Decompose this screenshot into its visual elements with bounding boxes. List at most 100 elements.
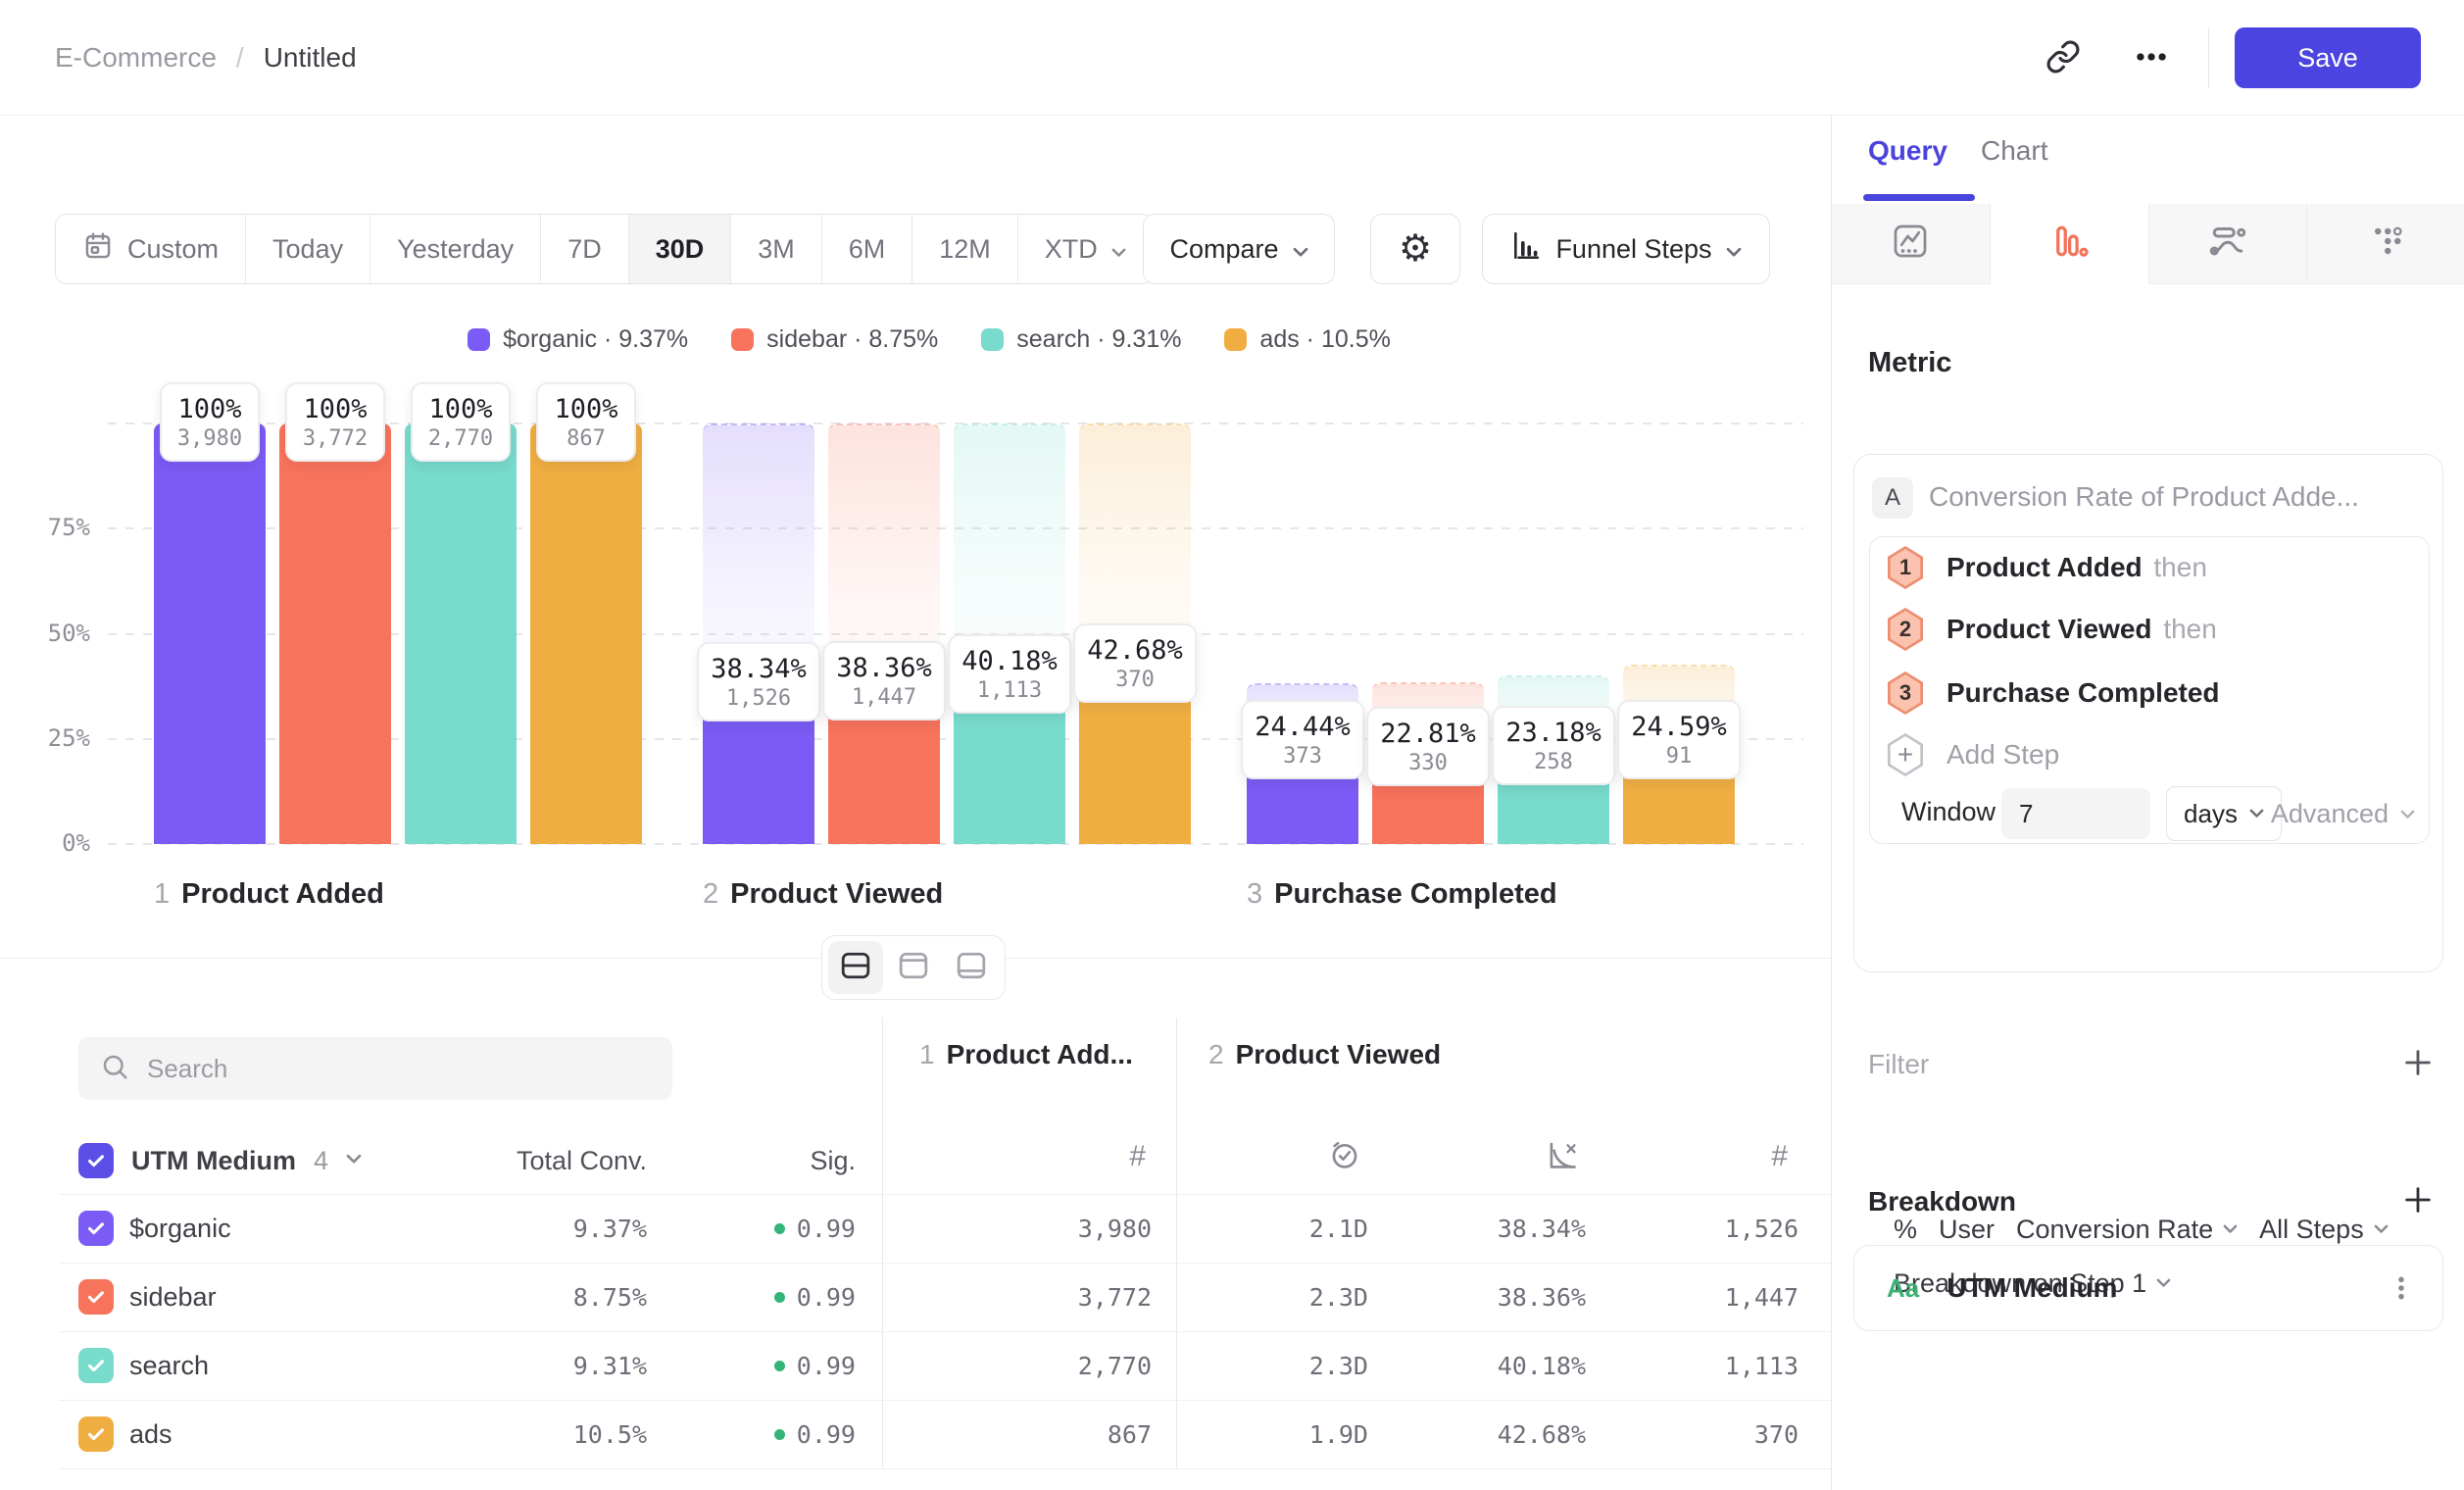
row-step2-pct: 42.68% — [1498, 1400, 1586, 1468]
select-all-checkbox[interactable] — [78, 1143, 114, 1178]
bar-ads-step1[interactable] — [530, 423, 642, 844]
bar-count: 91 — [1631, 743, 1727, 770]
row-total-conv: 8.75% — [573, 1263, 647, 1331]
step2-time-column[interactable] — [1327, 1118, 1362, 1196]
layout-split-icon — [840, 951, 871, 985]
query-step-2[interactable]: 2Product Viewed then — [1886, 608, 2217, 651]
step-number: 3 — [1247, 878, 1262, 911]
row-checkbox[interactable] — [78, 1211, 114, 1246]
step-event-name: Purchase Completed — [1947, 677, 2220, 709]
tab-flow-chart[interactable] — [2149, 204, 2308, 283]
bar-value-label: 40.18%1,113 — [948, 634, 1071, 714]
layout-split-button[interactable] — [828, 941, 883, 994]
step-badge-hexagon: 2 — [1886, 608, 1925, 651]
kebab-menu-icon[interactable] — [2386, 1272, 2417, 1304]
metric-title[interactable]: Conversion Rate of Product Adde... — [1929, 481, 2359, 513]
row-name: ads — [129, 1400, 172, 1468]
row-step2-count: 1,113 — [1725, 1331, 1799, 1400]
window-unit-label: days — [2184, 799, 2238, 829]
breakdown-table: 1 Product Add... 2 Product Viewed UTM Me… — [0, 959, 1831, 1490]
more-options-button[interactable] — [2120, 26, 2183, 89]
sig-dot — [774, 1429, 785, 1440]
sig-header[interactable]: Sig. — [810, 1127, 856, 1194]
bar-organic-step1[interactable] — [154, 423, 266, 844]
row-significance: 0.99 — [774, 1263, 856, 1331]
layout-bottom-button[interactable] — [944, 941, 999, 994]
table-row-sidebar[interactable]: sidebar8.75%3,7722.3D38.36%1,4470.99 — [0, 1263, 1831, 1331]
line-chart-icon — [1891, 222, 1930, 266]
table-row-organic[interactable]: $organic9.37%3,9802.1D38.34%1,5260.99 — [0, 1194, 1831, 1263]
group-column-header: UTM Medium 4 — [78, 1127, 362, 1194]
bar-search-step1[interactable] — [405, 423, 517, 844]
active-tab-indicator — [1863, 194, 1975, 201]
sig-dot — [774, 1292, 785, 1303]
step-name: Purchase Completed — [1274, 878, 1556, 911]
total-conv-header[interactable]: Total Conv. — [517, 1127, 647, 1194]
save-button[interactable]: Save — [2235, 27, 2421, 88]
bar-sidebar-step1[interactable] — [279, 423, 391, 844]
query-step-1[interactable]: 1Product Added then — [1886, 546, 2207, 589]
tab-funnel-chart[interactable] — [1991, 204, 2149, 284]
row-step2-time: 2.3D — [1309, 1331, 1368, 1400]
step-then-suffix: then — [2156, 614, 2217, 644]
step2-count-column[interactable]: # — [1771, 1118, 1788, 1196]
row-checkbox[interactable] — [78, 1348, 114, 1383]
share-link-button[interactable] — [2032, 26, 2094, 89]
bar-count: 2,770 — [424, 425, 497, 452]
page-title[interactable]: Untitled — [264, 42, 357, 74]
add-filter-button[interactable] — [2401, 1046, 2435, 1084]
y-axis-tick: 50% — [29, 620, 90, 647]
step1-count-column[interactable]: # — [1129, 1118, 1146, 1196]
tab-retention-chart[interactable] — [2307, 204, 2464, 283]
query-step-3[interactable]: 3Purchase Completed — [1886, 671, 2220, 715]
breakdown-property-card[interactable]: Aa UTM Medium — [1853, 1245, 2443, 1331]
row-step2-time: 2.1D — [1309, 1194, 1368, 1263]
conversion-percent-icon — [1545, 1137, 1580, 1177]
breakdown-property-name: UTM Medium — [1947, 1272, 2117, 1304]
row-step2-pct: 40.18% — [1498, 1331, 1586, 1400]
tab-insights-chart[interactable] — [1832, 204, 1991, 283]
add-breakdown-button[interactable] — [2401, 1183, 2435, 1221]
row-checkbox[interactable] — [78, 1279, 114, 1315]
breadcrumb-parent[interactable]: E-Commerce — [55, 42, 217, 74]
analysis-canvas: CustomTodayYesterday7D30D3M6M12MXTD Comp… — [0, 116, 1831, 1490]
bar-count: 370 — [1087, 667, 1183, 693]
chevron-down-icon[interactable] — [346, 1152, 362, 1169]
ellipsis-icon — [2133, 38, 2170, 78]
bar-count: 1,526 — [711, 685, 807, 712]
window-unit-select[interactable]: days — [2166, 786, 2282, 841]
window-value-input[interactable] — [2001, 788, 2150, 839]
advanced-dropdown[interactable]: Advanced — [2271, 799, 2415, 829]
add-step-label: Add Step — [1947, 739, 2059, 770]
table-step1-header: 1 Product Add... — [919, 1039, 1133, 1070]
search-input[interactable] — [147, 1054, 617, 1084]
plus-glyph: + — [1889, 736, 1922, 773]
bar-value-label: 23.18%258 — [1492, 706, 1615, 785]
layout-bottom-icon — [956, 951, 987, 985]
bar-count: 1,113 — [961, 677, 1058, 704]
table-bottom-border — [59, 1468, 1831, 1469]
row-step1-count: 867 — [1108, 1400, 1152, 1468]
dots-grid-icon — [2367, 222, 2406, 266]
sig-dot — [774, 1223, 785, 1234]
panel-tabs: Query Chart — [1832, 116, 2464, 204]
table-row-ads[interactable]: ads10.5%8671.9D42.68%3700.99 — [0, 1400, 1831, 1468]
step-badge-number: 2 — [1889, 611, 1922, 648]
time-to-convert-icon — [1327, 1137, 1362, 1177]
bar-percent: 100% — [173, 393, 246, 425]
bar-count: 867 — [550, 425, 622, 452]
bar-value-label: 22.81%330 — [1366, 707, 1490, 786]
layout-top-button[interactable] — [886, 941, 941, 994]
step2-conversion-column[interactable] — [1545, 1118, 1580, 1196]
row-step2-time: 1.9D — [1309, 1400, 1368, 1468]
breadcrumb: E-Commerce / Untitled — [55, 0, 357, 116]
tab-query[interactable]: Query — [1868, 135, 1947, 167]
row-checkbox[interactable] — [78, 1416, 114, 1452]
bar-count: 373 — [1255, 743, 1351, 770]
tab-chart[interactable]: Chart — [1981, 135, 2047, 167]
step-then-suffix: then — [2146, 552, 2207, 582]
metric-card: A Conversion Rate of Product Adde... Win… — [1853, 454, 2443, 972]
add-step-button[interactable]: + Add Step — [1886, 733, 2059, 776]
y-axis-tick: 25% — [29, 724, 90, 752]
table-row-search[interactable]: search9.31%2,7702.3D40.18%1,1130.99 — [0, 1331, 1831, 1400]
